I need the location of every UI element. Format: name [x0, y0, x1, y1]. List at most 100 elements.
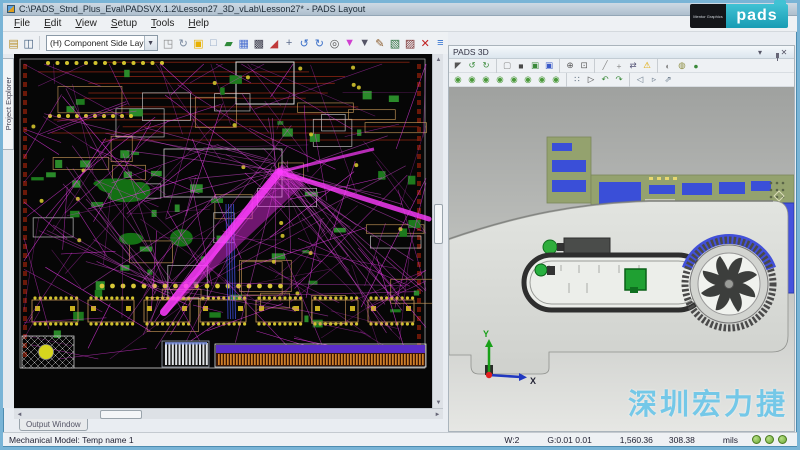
view-right-icon[interactable]: ◉ — [508, 74, 521, 86]
title-bar: C:\PADS_Stnd_Plus_Eval\PADSVX.1.2\Lesson… — [3, 3, 797, 16]
3d-viewport[interactable]: Y X 深圳宏力捷 — [449, 87, 794, 431]
pads-layout-window: C:\PADS_Stnd_Plus_Eval\PADSVX.1.2\Lesson… — [0, 0, 800, 450]
properties-icon[interactable]: ◳ — [162, 35, 175, 52]
pads-logo: pads — [726, 4, 788, 28]
view-iso-icon[interactable]: ◉ — [452, 74, 465, 86]
menu-view[interactable]: View — [68, 17, 104, 30]
undo-icon[interactable]: ↺ — [298, 35, 311, 52]
step-back-icon[interactable]: ◁ — [634, 74, 647, 86]
watermark-text: 深圳宏力捷 — [628, 381, 788, 423]
grid-dots-icon[interactable]: ∷ — [571, 74, 584, 86]
walk-icon[interactable]: ⇗ — [662, 74, 675, 86]
grid-icon[interactable]: ▦ — [237, 35, 250, 52]
display-colors-icon[interactable]: ▣ — [192, 35, 205, 52]
app-icon — [7, 5, 15, 13]
view-front-icon[interactable]: ◉ — [522, 74, 535, 86]
menu-help[interactable]: Help — [181, 17, 216, 30]
view-box-icon[interactable]: ▢ — [501, 60, 514, 72]
project-explorer-tab[interactable]: Project Explorer — [3, 58, 14, 150]
menu-setup[interactable]: Setup — [104, 17, 144, 30]
output-window-tab[interactable]: Output Window — [19, 419, 88, 431]
rotate-left-icon[interactable]: ↶ — [599, 74, 612, 86]
status-units: mils — [723, 435, 738, 445]
refresh-icon[interactable]: ↻ — [177, 35, 190, 52]
redo-icon[interactable]: ↻ — [313, 35, 326, 52]
zoom-in-icon[interactable]: ⊕ — [564, 60, 577, 72]
measure-icon[interactable]: ╱ — [599, 60, 612, 72]
delete-icon[interactable]: ✕ — [419, 35, 432, 52]
status-light-1[interactable] — [752, 435, 761, 444]
layer-selector-combo[interactable]: (H) Component Side Lay▼ — [46, 35, 158, 51]
stylus-icon[interactable]: ✎ — [373, 35, 386, 52]
3d-led-top — [543, 240, 557, 254]
project-explorer-strip: Project Explorer — [3, 54, 14, 408]
3d-led-legs — [557, 243, 564, 251]
add-route-icon[interactable]: ◢ — [267, 35, 280, 52]
view-left-icon[interactable]: ◉ — [494, 74, 507, 86]
view-nets-icon[interactable]: ▧ — [388, 35, 401, 52]
toolbar-separator — [559, 59, 560, 73]
move-icon[interactable]: + — [283, 35, 296, 52]
eco-mode-icon[interactable]: ▰ — [222, 35, 235, 52]
status-coord-y: 308.38 — [669, 435, 695, 445]
clip-plane-icon[interactable]: ◐ — [662, 60, 675, 72]
project-explorer-label: Project Explorer — [4, 77, 13, 130]
axis-x-label: X — [530, 376, 536, 386]
filter-display-icon[interactable]: ▼ — [358, 35, 371, 52]
3d-model-drawing: Y X — [449, 87, 794, 431]
toolbar-separator — [39, 36, 40, 50]
rotate-right-icon[interactable]: ↷ — [613, 74, 626, 86]
toolbar-separator — [594, 59, 595, 73]
drafting-icon[interactable]: □ — [207, 35, 220, 52]
menu-edit[interactable]: Edit — [37, 17, 68, 30]
canvas-horizontal-scrollbar[interactable]: ◄ ► — [14, 408, 443, 419]
pads-3d-title-bar: PADS 3D ▾ ✕ — [449, 46, 794, 59]
output-window-label: Output Window — [26, 420, 81, 429]
panel-collapse-icon[interactable]: ▾ — [754, 48, 766, 57]
snap-icon[interactable]: ⇄ — [627, 60, 640, 72]
menu-tools[interactable]: Tools — [144, 17, 181, 30]
board-bottom-icon[interactable]: ▣ — [543, 60, 556, 72]
open-file-icon[interactable]: ▤ — [7, 35, 20, 52]
layer-selector-dropdown-icon[interactable]: ▼ — [144, 36, 157, 50]
step-forward-icon[interactable]: ▹ — [648, 74, 661, 86]
view-bottom-icon[interactable]: ◉ — [480, 74, 493, 86]
export-icon[interactable]: ◍ — [676, 60, 689, 72]
pads-3d-title: PADS 3D — [453, 47, 754, 57]
select-arrow-icon[interactable]: ◤ — [452, 60, 465, 72]
pcb-design-drawing — [14, 54, 432, 408]
status-light-3[interactable] — [778, 435, 787, 444]
zoom-window-icon[interactable]: ⊡ — [578, 60, 591, 72]
cursor-select-icon[interactable]: ▷ — [585, 74, 598, 86]
vertical-scroll-thumb[interactable] — [434, 204, 443, 244]
status-lights — [752, 435, 787, 444]
spin-left-icon[interactable]: ↺ — [466, 60, 479, 72]
view-back-icon[interactable]: ◉ — [536, 74, 549, 86]
status-message: Mechanical Model: Temp name 1 — [9, 435, 490, 445]
view-top-icon[interactable]: ◉ — [466, 74, 479, 86]
board-top-icon[interactable]: ▣ — [529, 60, 542, 72]
verify-design-icon[interactable]: ▨ — [404, 35, 417, 52]
spin-right-icon[interactable]: ↻ — [480, 60, 493, 72]
status-light-2[interactable] — [765, 435, 774, 444]
layers-icon[interactable]: ≡ — [434, 35, 447, 52]
filter-net-icon[interactable]: ▼ — [343, 35, 356, 52]
sphere-icon[interactable]: ● — [690, 60, 703, 72]
menu-file[interactable]: File — [7, 17, 37, 30]
toolbar-separator — [566, 73, 567, 87]
collision-warning-icon[interactable]: ⚠ — [641, 60, 654, 72]
toolbar-separator — [629, 73, 630, 87]
board-solid-icon[interactable]: ■ — [515, 60, 528, 72]
canvas-vertical-scrollbar[interactable]: ▲ ▼ — [432, 54, 443, 408]
horizontal-scroll-thumb[interactable] — [100, 410, 142, 419]
layer-selector-value: (H) Component Side Lay — [47, 38, 144, 48]
pcb-canvas[interactable] — [14, 54, 432, 408]
zoom-icon[interactable]: ◎ — [328, 35, 341, 52]
measure-point-icon[interactable]: + — [613, 60, 626, 72]
panel-close-icon[interactable]: ✕ — [778, 48, 790, 57]
save-icon[interactable]: ◫ — [22, 35, 35, 52]
status-bar: Mechanical Model: Temp name 1 W:2 G:0.01… — [3, 432, 797, 446]
3d-dark-component — [564, 238, 610, 253]
photo-view-icon[interactable]: ▩ — [252, 35, 265, 52]
view-rotate-icon[interactable]: ◉ — [550, 74, 563, 86]
